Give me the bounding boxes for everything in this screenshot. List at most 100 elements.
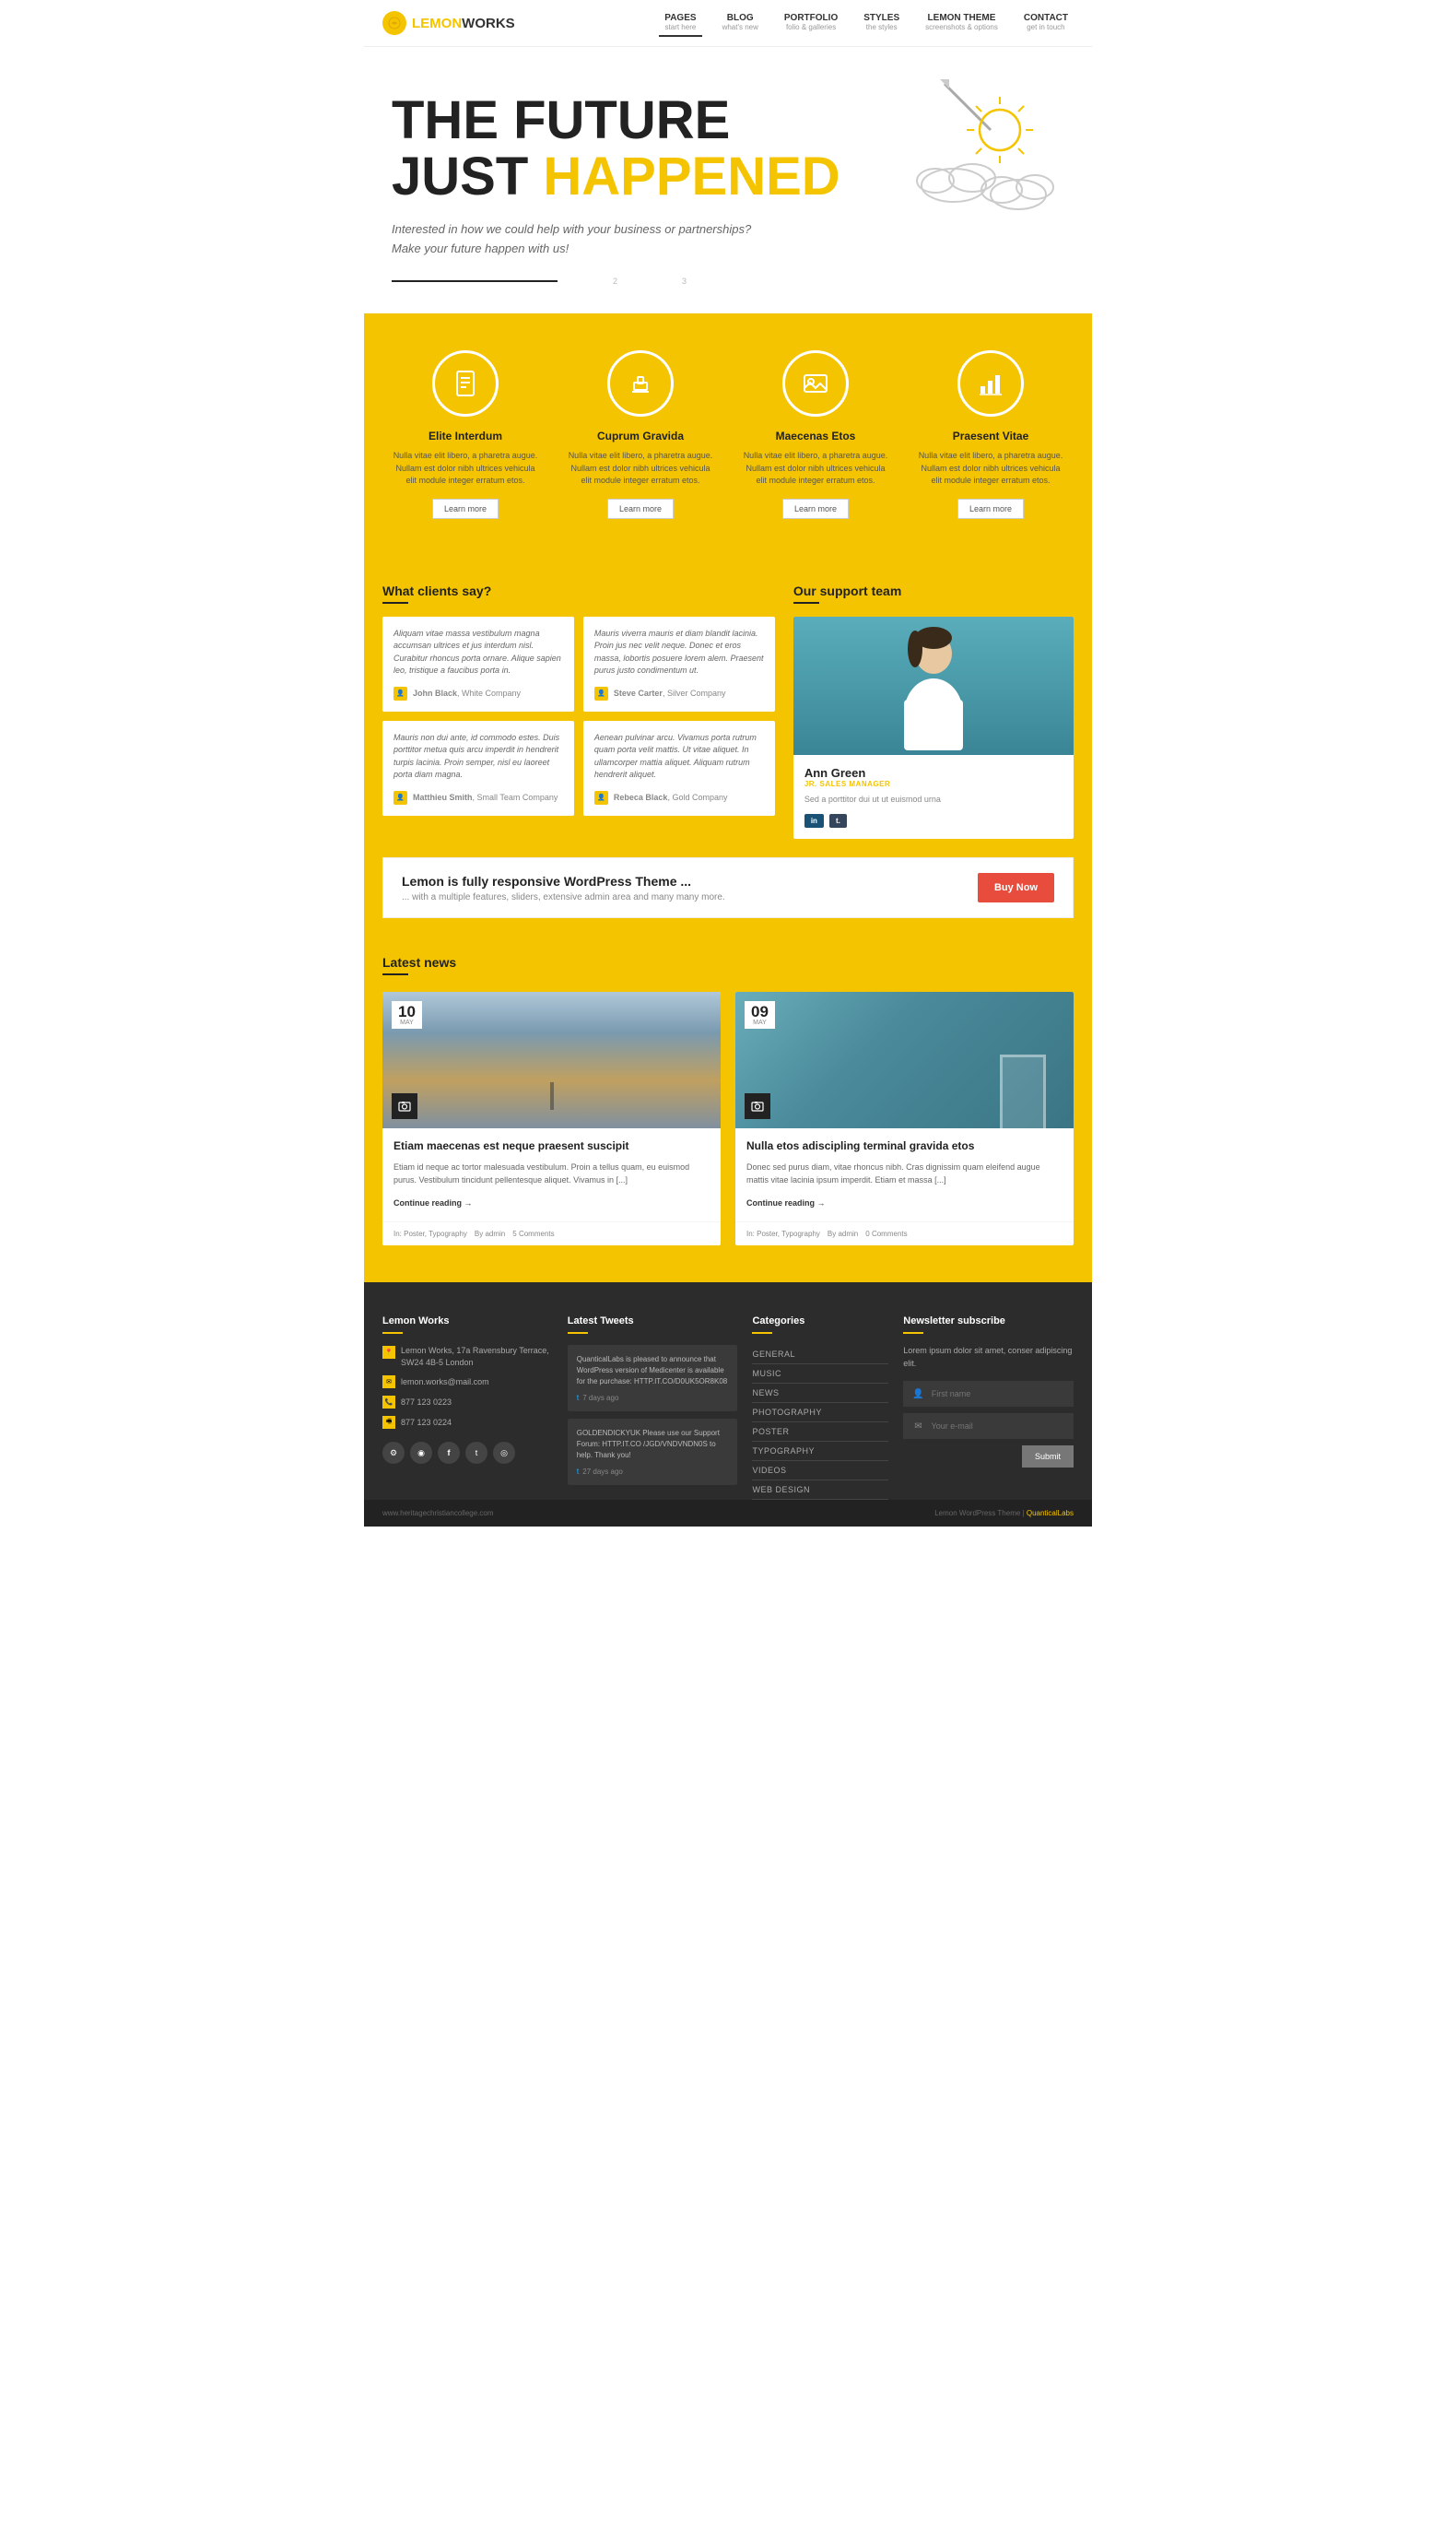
twitter-bird-icon-1: t [577, 1467, 580, 1476]
nav-item-blog[interactable]: BLOG what's new [717, 9, 764, 37]
tweet-0-text: QuanticalLabs is pleased to announce tha… [577, 1354, 729, 1387]
features-section: Elite Interdum Nulla vitae elit libero, … [364, 313, 1092, 556]
feature-0-learn-more[interactable]: Learn more [432, 499, 499, 519]
nav-item-styles[interactable]: STYLES the styles [858, 9, 905, 37]
buy-banner-title: Lemon is fully responsive WordPress Them… [402, 874, 725, 889]
cat-photography[interactable]: PHOTOGRAPHY [752, 1403, 888, 1422]
news-continue-0[interactable]: Continue reading → [393, 1198, 473, 1208]
testimonials-section: What clients say? Aliquam vitae massa ve… [364, 556, 1092, 928]
news-tags-1: In: Poster, Typography By admin 0 Commen… [735, 1221, 1074, 1245]
image-icon [802, 370, 829, 397]
testimonial-3-author-row: 👤 Rebeca Black, Gold Company [594, 791, 764, 805]
support-info: Ann Green Jr. Sales Manager Sed a portti… [793, 755, 1074, 840]
nav-sub-contact: get in touch [1024, 23, 1068, 31]
news-img-icon-1 [745, 1093, 770, 1119]
cat-videos[interactable]: VIDEOS [752, 1461, 888, 1480]
cat-news[interactable]: NEWS [752, 1384, 888, 1403]
news-section: Latest news 10 MAY [364, 927, 1092, 1282]
news-heading-1: Nulla etos adiscipling terminal gravida … [746, 1139, 1063, 1154]
footer-bottom: www.heritagechristiancollege.com Lemon W… [364, 1500, 1092, 1527]
footer-tweets-underline [568, 1332, 588, 1334]
support-card: Ann Green Jr. Sales Manager Sed a portti… [793, 617, 1074, 840]
buy-banner-text: Lemon is fully responsive WordPress Them… [402, 874, 725, 902]
hero-subtitle: Interested in how we could help with you… [392, 220, 760, 259]
author-icon-2: 👤 [393, 791, 407, 805]
feature-3-text: Nulla vitae elit libero, a pharetra augu… [917, 450, 1064, 488]
news-img-icon-0 [392, 1093, 417, 1119]
feature-1-learn-more[interactable]: Learn more [607, 499, 674, 519]
cat-general[interactable]: GENERAL [752, 1345, 888, 1364]
email-field-icon: ✉ [912, 1420, 923, 1432]
social-facebook-icon[interactable]: f [438, 1442, 460, 1464]
cat-typography[interactable]: TYPOGRAPHY [752, 1442, 888, 1461]
logo[interactable]: LEMONWORKS [382, 11, 515, 35]
footer-bottom-right: Lemon WordPress Theme | QuanticalLabs [934, 1509, 1074, 1517]
feature-3-learn-more[interactable]: Learn more [957, 499, 1024, 519]
footer-phone2: 877 123 0224 [401, 1418, 452, 1427]
news-continue-1[interactable]: Continue reading → [746, 1198, 826, 1208]
footer-bottom-label: Lemon WordPress Theme [934, 1509, 1020, 1517]
testimonials-underline [382, 602, 408, 604]
news-underline [382, 973, 408, 975]
newsletter-submit-button[interactable]: Submit [1022, 1445, 1074, 1468]
social-twitter-icon[interactable]: t [465, 1442, 487, 1464]
testimonial-1-text: Mauris viverra mauris et diam blandit la… [594, 628, 764, 678]
news-title: Latest news [382, 955, 1074, 970]
nav-label-contact: CONTACT [1024, 13, 1068, 23]
nav-sub-portfolio: folio & galleries [784, 23, 838, 31]
social-rss-icon[interactable]: ◉ [410, 1442, 432, 1464]
social-dribbble-icon[interactable]: ◎ [493, 1442, 515, 1464]
news-date-box-0: 10 MAY [392, 1001, 422, 1029]
testimonials-grid: Aliquam vitae massa vestibulum magna acc… [382, 617, 775, 816]
nav-item-pages[interactable]: PAGES start here [659, 9, 701, 37]
nav-item-contact[interactable]: CONTACT get in touch [1018, 9, 1074, 37]
news-img-wrap-0: 10 MAY [382, 992, 721, 1128]
tumblr-button[interactable]: t. [829, 814, 847, 828]
footer-company-underline [382, 1332, 403, 1334]
tweet-0-time: 7 days ago [582, 1394, 618, 1402]
nav-item-portfolio[interactable]: PORTFOLIO folio & galleries [779, 9, 843, 37]
feature-3-icon-wrap [957, 350, 1024, 417]
main-nav: PAGES start here BLOG what's new PORTFOL… [659, 9, 1074, 37]
hero-line1: THE FUTURE [392, 93, 1064, 149]
buy-now-button[interactable]: Buy Now [978, 873, 1054, 902]
linkedin-button[interactable]: in [804, 814, 824, 828]
support-name: Ann Green [804, 766, 1063, 780]
testimonial-0-author-row: 👤 John Black, White Company [393, 687, 563, 701]
footer-email-row: ✉ lemon.works@mail.com [382, 1375, 553, 1388]
nav-item-lemon-theme[interactable]: LEMON THEME screenshots & options [920, 9, 1004, 37]
feature-1-icon-wrap [607, 350, 674, 417]
cat-poster[interactable]: POSTER [752, 1422, 888, 1442]
feature-1-title: Cuprum Gravida [567, 430, 714, 442]
footer-bottom-link[interactable]: QuanticalLabs [1027, 1509, 1074, 1517]
email-input[interactable] [932, 1421, 1064, 1431]
cat-music[interactable]: MUSIC [752, 1364, 888, 1384]
footer-socials: ⚙ ◉ f t ◎ [382, 1442, 553, 1464]
author-icon-3: 👤 [594, 791, 608, 805]
nav-label-blog: BLOG [722, 13, 758, 23]
tweet-0: QuanticalLabs is pleased to announce tha… [568, 1345, 738, 1411]
slider-num1: 2 [613, 277, 617, 286]
logo-text2: WORKS [462, 16, 515, 31]
testimonial-3-author: Rebeca Black, Gold Company [614, 793, 728, 802]
tweet-1-time: 27 days ago [582, 1468, 623, 1476]
document-icon [452, 370, 479, 397]
tweet-1-text: GOLDENDICKYUK Please use our Support For… [577, 1428, 729, 1461]
social-web-icon[interactable]: ⚙ [382, 1442, 405, 1464]
testimonial-2-author: Matthieu Smith, Small Team Company [413, 793, 558, 802]
feature-2-learn-more[interactable]: Learn more [782, 499, 849, 519]
footer-address-row: 📍 Lemon Works, 17a Ravensbury Terrace, S… [382, 1345, 553, 1368]
footer: Lemon Works 📍 Lemon Works, 17a Ravensbur… [364, 1282, 1092, 1500]
feature-0-title: Elite Interdum [392, 430, 539, 442]
news-date-num-1: 09 [751, 1004, 769, 1020]
testimonial-0: Aliquam vitae massa vestibulum magna acc… [382, 617, 574, 712]
door-illustration [1000, 1055, 1046, 1128]
nav-sub-pages: start here [664, 23, 696, 31]
first-name-input[interactable] [932, 1389, 1064, 1398]
feature-2-icon-wrap [782, 350, 849, 417]
camera-icon-2 [751, 1100, 764, 1113]
cat-web-design[interactable]: WEB DESIGN [752, 1480, 888, 1500]
stamp-icon [627, 370, 654, 397]
footer-bottom-left: www.heritagechristiancollege.com [382, 1509, 494, 1517]
footer-email: lemon.works@mail.com [401, 1377, 489, 1386]
